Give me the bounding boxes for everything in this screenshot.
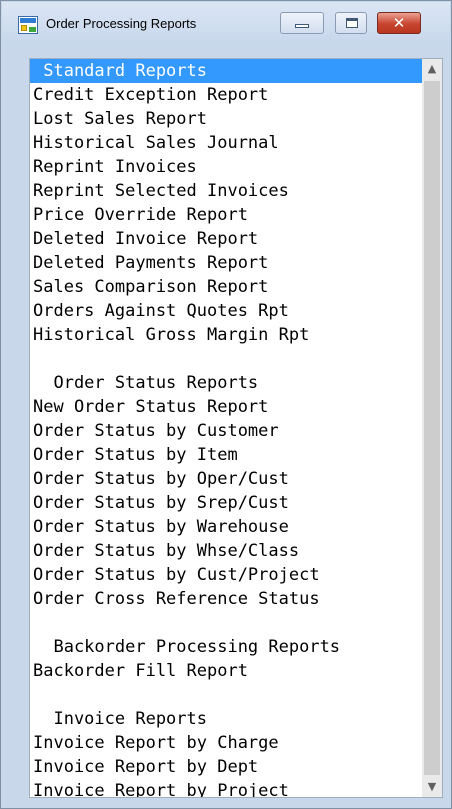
list-item[interactable]: Deleted Payments Report [30, 251, 422, 275]
list-item[interactable]: Historical Gross Margin Rpt [30, 323, 422, 347]
list-item[interactable]: Orders Against Quotes Rpt [30, 299, 422, 323]
list-item[interactable]: Order Cross Reference Status [30, 587, 422, 611]
list-item[interactable]: Deleted Invoice Report [30, 227, 422, 251]
maximize-icon [346, 18, 358, 28]
list-item[interactable]: Price Override Report [30, 203, 422, 227]
list-item[interactable]: Standard Reports [30, 59, 422, 83]
title-bar[interactable]: Order Processing Reports ✕ [2, 2, 450, 44]
list-item[interactable]: Order Status by Warehouse [30, 515, 422, 539]
report-list[interactable]: Standard Reports Credit Exception Report L… [29, 58, 443, 798]
list-item[interactable]: Order Status by Item [30, 443, 422, 467]
minimize-button[interactable] [280, 12, 324, 34]
close-button[interactable]: ✕ [377, 12, 421, 34]
maximize-button[interactable] [335, 12, 367, 34]
list-item[interactable]: Invoice Report by Dept [30, 755, 422, 779]
report-window: Order Processing Reports ✕ Standard Repo… [0, 0, 452, 809]
list-item[interactable]: Lost Sales Report [30, 107, 422, 131]
list-item[interactable]: Reprint Selected Invoices [30, 179, 422, 203]
list-item[interactable]: New Order Status Report [30, 395, 422, 419]
list-item[interactable]: Credit Exception Report [30, 83, 422, 107]
window-title: Order Processing Reports [46, 16, 197, 31]
list-item[interactable]: Historical Sales Journal [30, 131, 422, 155]
close-icon: ✕ [392, 14, 406, 32]
list-item[interactable]: Sales Comparison Report [30, 275, 422, 299]
vertical-scrollbar[interactable]: ▲ ▼ [422, 59, 442, 797]
scroll-down-icon[interactable]: ▼ [422, 777, 442, 797]
list-item[interactable]: Invoice Reports [30, 707, 422, 731]
list-item[interactable]: Invoice Report by Charge [30, 731, 422, 755]
list-item[interactable]: Backorder Fill Report [30, 659, 422, 683]
list-item[interactable]: Backorder Processing Reports [30, 635, 422, 659]
scroll-up-icon[interactable]: ▲ [422, 59, 442, 79]
list-item[interactable]: Order Status by Srep/Cust [30, 491, 422, 515]
list-item[interactable]: Order Status by Whse/Class [30, 539, 422, 563]
minimize-icon [295, 24, 309, 28]
list-item[interactable]: Invoice Report by Project [30, 779, 422, 797]
list-item[interactable]: Order Status by Oper/Cust [30, 467, 422, 491]
list-item[interactable]: Order Status Reports [30, 371, 422, 395]
app-icon [18, 16, 38, 34]
list-item[interactable]: Reprint Invoices [30, 155, 422, 179]
list-item[interactable]: Order Status by Customer [30, 419, 422, 443]
report-list-items: Standard Reports Credit Exception Report L… [30, 59, 422, 797]
scrollbar-thumb[interactable] [424, 81, 440, 775]
list-item[interactable]: Order Status by Cust/Project [30, 563, 422, 587]
